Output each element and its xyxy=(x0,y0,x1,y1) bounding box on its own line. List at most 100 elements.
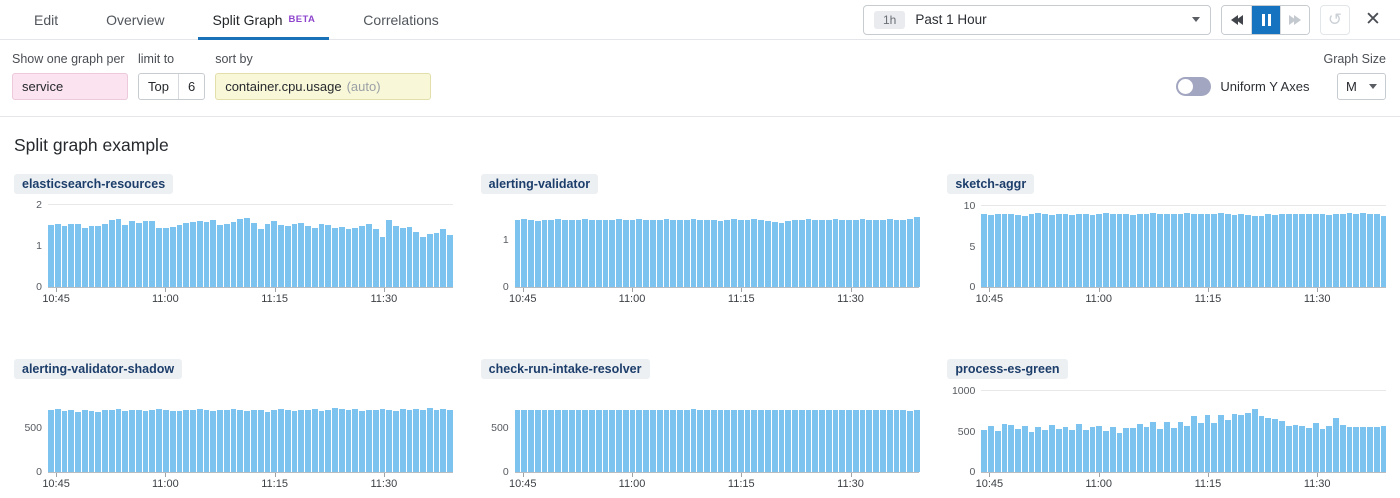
bar xyxy=(1272,215,1278,287)
rewind-button[interactable] xyxy=(1222,6,1251,34)
x-axis-labels: 10:4511:0011:1511:30 xyxy=(515,293,920,311)
x-tick-label: 11:30 xyxy=(1304,478,1331,490)
tab-overview[interactable]: Overview xyxy=(92,0,178,39)
bar xyxy=(1022,426,1028,472)
x-tick-mark xyxy=(989,473,990,477)
bar xyxy=(1063,214,1069,287)
limit-count-input[interactable]: 6 xyxy=(178,74,204,99)
bar xyxy=(819,410,825,472)
chart-plot-area[interactable] xyxy=(515,388,920,472)
y-tick-label: 10 xyxy=(964,200,976,212)
bar xyxy=(873,410,879,472)
bar xyxy=(75,412,81,472)
bar xyxy=(772,410,778,472)
bar xyxy=(1225,214,1231,287)
x-tick-label: 11:15 xyxy=(261,478,288,490)
bar xyxy=(440,409,446,472)
chart-title-badge[interactable]: check-run-intake-resolver xyxy=(481,359,650,379)
bar xyxy=(1313,214,1319,287)
limit-top-selector[interactable]: Top xyxy=(139,74,178,99)
bar xyxy=(630,220,636,287)
bar xyxy=(319,224,325,288)
bar xyxy=(1252,409,1258,472)
tab-overview-label: Overview xyxy=(106,12,164,28)
charts-grid: elasticsearch-resources01210:4511:0011:1… xyxy=(14,174,1386,496)
forward-button[interactable] xyxy=(1280,6,1309,34)
bar xyxy=(1360,213,1366,287)
bar xyxy=(1353,214,1359,287)
bar xyxy=(1279,421,1285,472)
chart-title-badge[interactable]: alerting-validator xyxy=(481,174,598,194)
bar xyxy=(1238,214,1244,287)
chart-title-badge[interactable]: elasticsearch-resources xyxy=(14,174,173,194)
chart-plot-area[interactable] xyxy=(48,203,453,287)
bar xyxy=(1286,214,1292,288)
bar xyxy=(677,410,683,472)
x-tick-mark xyxy=(384,288,385,292)
bar xyxy=(711,410,717,472)
bar xyxy=(1123,428,1129,472)
x-tick-mark xyxy=(851,288,852,292)
bar xyxy=(907,219,913,287)
refresh-button[interactable]: ↺ xyxy=(1320,5,1350,35)
page-title: Split graph example xyxy=(14,135,1386,156)
chart-plot-area[interactable] xyxy=(981,388,1386,472)
x-tick-label: 11:00 xyxy=(1085,293,1112,305)
bar xyxy=(745,410,751,472)
bar xyxy=(346,229,352,287)
bar xyxy=(95,226,101,287)
pause-button[interactable] xyxy=(1251,6,1280,34)
bar xyxy=(914,410,920,472)
controls-right: Uniform Y Axes Graph Size M xyxy=(1176,52,1386,100)
sort-by-input[interactable]: container.cpu.usage (auto) xyxy=(215,73,431,100)
chart-plot-area[interactable] xyxy=(48,388,453,472)
bar xyxy=(718,221,724,287)
bar xyxy=(447,410,453,472)
y-axis: 0510 xyxy=(947,203,981,287)
bar xyxy=(846,410,852,472)
chart-plot-area[interactable] xyxy=(515,203,920,287)
bar xyxy=(765,410,771,472)
bar xyxy=(1286,426,1292,472)
x-tick-label: 11:30 xyxy=(371,293,398,305)
uniform-y-axes-toggle[interactable] xyxy=(1176,77,1211,96)
chart-title-badge[interactable]: sketch-aggr xyxy=(947,174,1034,194)
bar xyxy=(177,225,183,287)
group-by-input[interactable]: service xyxy=(12,73,128,100)
bar xyxy=(691,409,697,472)
tab-correlations[interactable]: Correlations xyxy=(349,0,452,39)
close-button[interactable]: ✕ xyxy=(1360,5,1386,35)
bar xyxy=(1090,215,1096,287)
bar-series xyxy=(48,388,453,472)
tab-split-graph[interactable]: Split Graph BETA xyxy=(198,0,329,39)
x-tick-mark xyxy=(741,288,742,292)
x-axis-baseline xyxy=(515,287,920,288)
bar xyxy=(609,410,615,472)
time-range-picker[interactable]: 1h Past 1 Hour xyxy=(863,5,1211,35)
chart-title-badge[interactable]: alerting-validator-shadow xyxy=(14,359,182,379)
bar xyxy=(914,217,920,287)
bar-series xyxy=(515,203,920,287)
x-tick-label: 11:00 xyxy=(152,293,179,305)
bar xyxy=(386,220,392,287)
chart-body: 05001000 xyxy=(947,388,1386,472)
chart-body: 0510 xyxy=(947,203,1386,287)
bar xyxy=(555,219,561,287)
bar xyxy=(102,410,108,472)
bar xyxy=(1381,216,1387,287)
x-tick-label: 10:45 xyxy=(509,293,537,305)
bar xyxy=(1110,427,1116,472)
chart-title-badge[interactable]: process-es-green xyxy=(947,359,1067,379)
bar xyxy=(684,410,690,472)
chart-plot-area[interactable] xyxy=(981,203,1386,287)
x-tick-label: 10:45 xyxy=(509,478,537,490)
bar xyxy=(670,220,676,287)
bar xyxy=(149,221,155,287)
x-tick-label: 11:30 xyxy=(1304,293,1331,305)
x-tick-mark xyxy=(1099,288,1100,292)
graph-size-select[interactable]: M xyxy=(1337,73,1386,100)
group-by-value: service xyxy=(22,79,63,94)
bar xyxy=(1360,427,1366,472)
tab-edit[interactable]: Edit xyxy=(20,0,72,39)
bar xyxy=(576,410,582,472)
